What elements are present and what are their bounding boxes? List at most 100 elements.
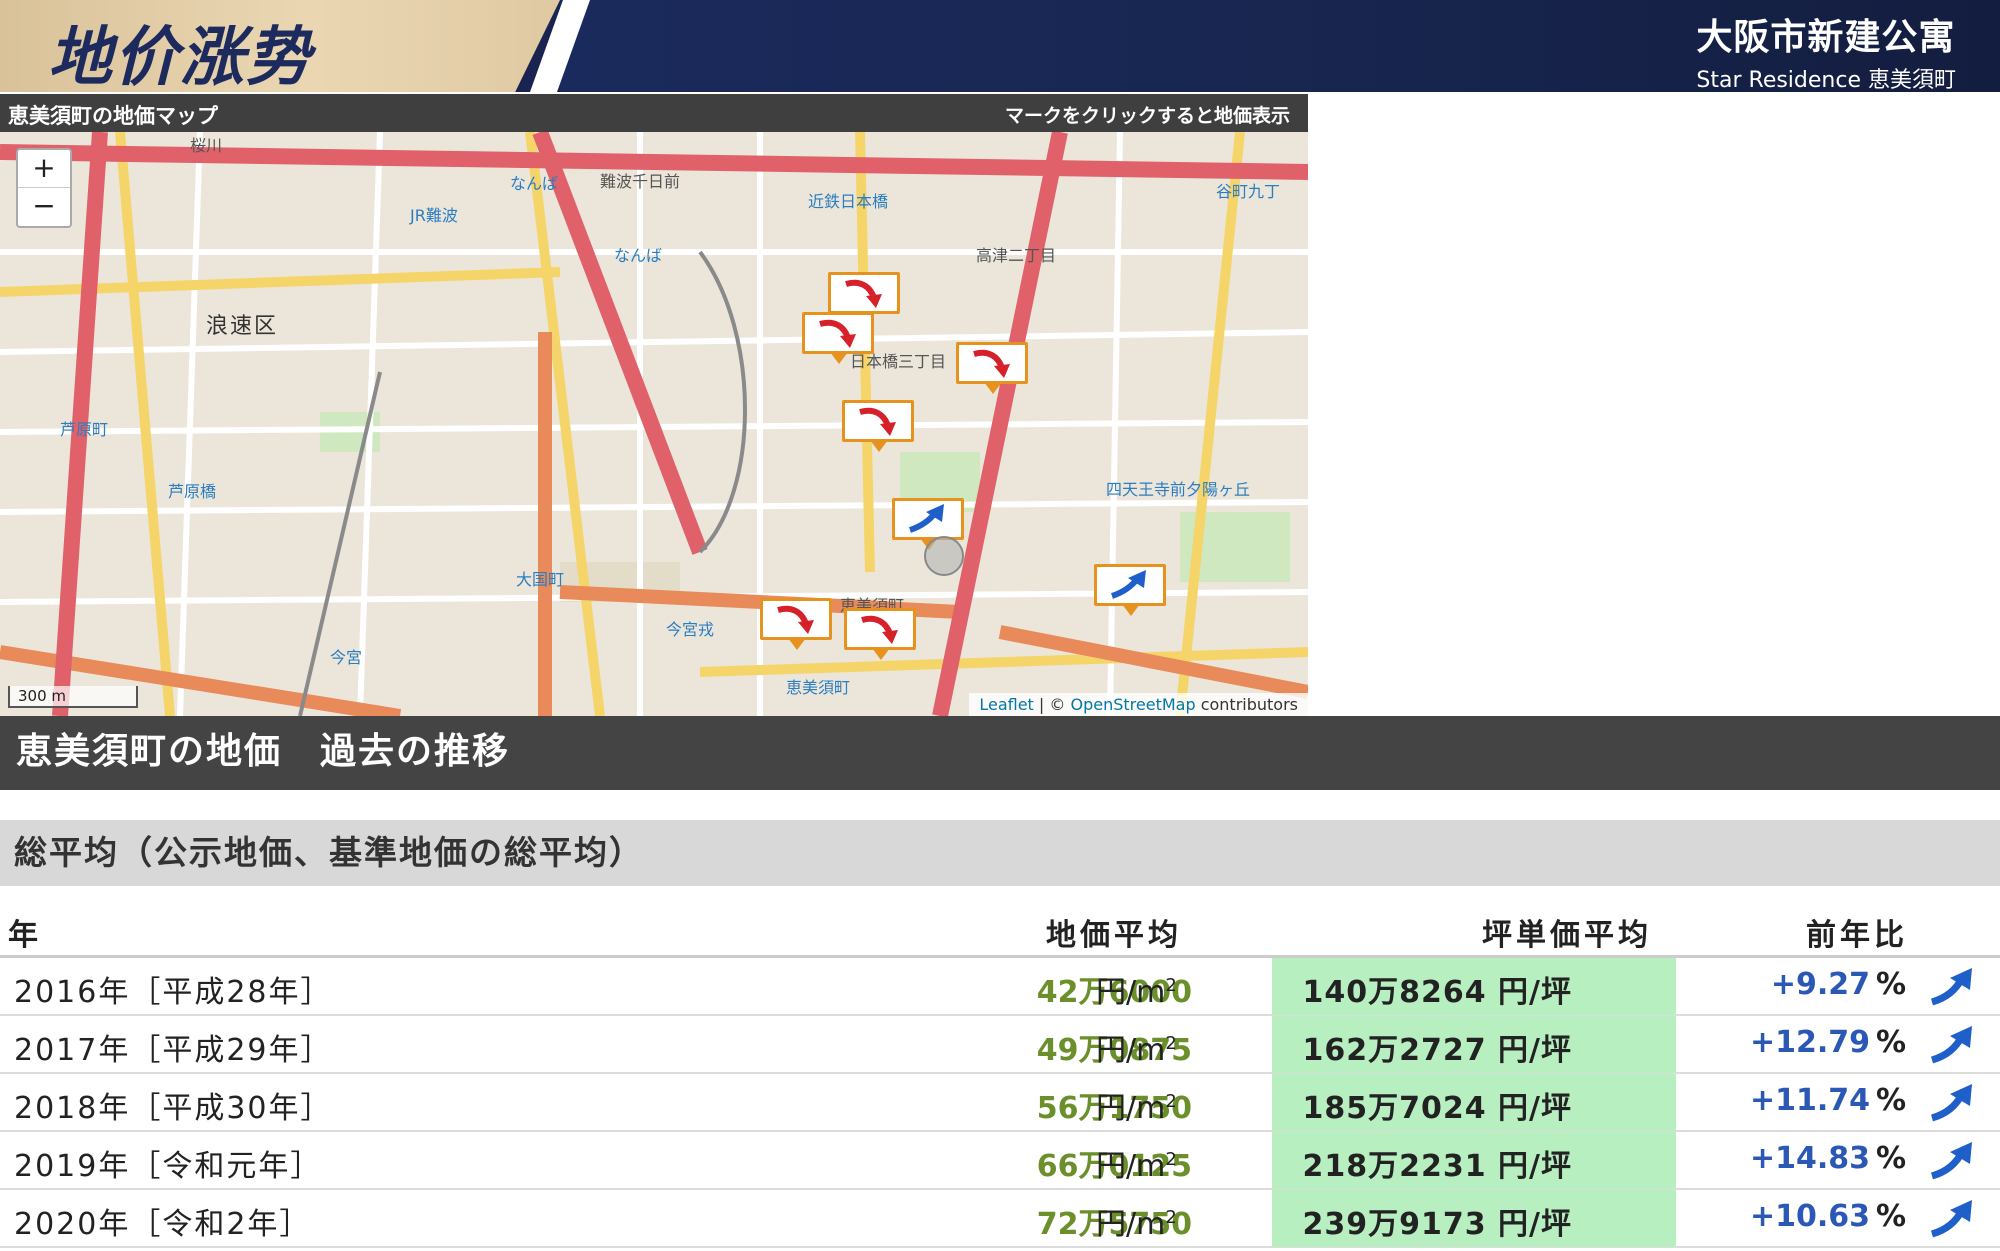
unit-tsubo: 円/坪: [1498, 1033, 1572, 1068]
leaflet-link[interactable]: Leaflet: [979, 695, 1033, 714]
row-year: 2020年［令和2年］: [14, 1207, 312, 1242]
unit-tsubo: 円/坪: [1498, 1091, 1572, 1126]
attribution-contributors: contributors: [1195, 695, 1298, 714]
row-yoy-unit: %: [1876, 1199, 1907, 1234]
brand-name: 大阪市新建公寓: [1696, 17, 1956, 58]
row-yoy: +14.83: [1749, 1141, 1870, 1176]
row-year: 2017年［平成29年］: [14, 1033, 333, 1068]
section-title: 恵美須町の地価 過去の推移: [0, 716, 2000, 790]
map-label-ashiharacho: 芦原町: [60, 420, 109, 439]
openstreetmap-link[interactable]: OpenStreetMap: [1070, 695, 1195, 714]
zoom-out-button[interactable]: −: [18, 188, 70, 226]
price-marker-down[interactable]: [844, 608, 916, 660]
row-yoy: +10.63: [1749, 1199, 1870, 1234]
unit-m2: 円/m: [1096, 1149, 1166, 1184]
map-label-namba-2: なんば: [614, 246, 663, 265]
trend-down-icon: [859, 407, 896, 436]
map-label-jr-namba: JR難波: [410, 206, 458, 225]
unit-tsubo: 円/坪: [1498, 975, 1572, 1010]
row-yoy: +12.79: [1749, 1025, 1870, 1060]
row-land-price-unit: 円/m2: [1096, 967, 1177, 1011]
unit-m2-sup: 2: [1165, 975, 1177, 996]
row-yoy-unit: %: [1876, 1141, 1907, 1176]
header-year: 年: [8, 918, 42, 953]
table-row: 2016年［平成28年］ 42万6000 円/m2 140万8264 円/坪 +9.27…: [0, 958, 2000, 1016]
map-label-tanimachi: 谷町九丁: [1216, 182, 1281, 201]
attribution-separator: | ©: [1033, 695, 1071, 714]
trend-up-icon: [1930, 1200, 1972, 1238]
map-label-shitennoji: 四天王寺前夕陽ヶ丘: [1106, 480, 1251, 499]
map-label-ashiharabashi: 芦原橋: [168, 482, 217, 501]
land-price-map[interactable]: 桜川 なんば JR難波 なんば 近鉄日本橋 難波千日前 高津二丁目 谷町九丁 浪…: [0, 132, 1308, 716]
zoom-control: + −: [16, 148, 72, 228]
header-tsubo-price: 坪単価平均: [1482, 918, 1652, 953]
map-label-imamiya: 今宮: [330, 648, 363, 667]
row-tsubo-price: 162万2727 円/坪: [1302, 1025, 1572, 1069]
unit-m2: 円/m: [1096, 1091, 1166, 1126]
price-marker-down[interactable]: [956, 342, 1028, 394]
unit-m2: 円/m: [1096, 1033, 1166, 1068]
tsubo-value: 185万7024: [1302, 1091, 1487, 1126]
row-year: 2019年［令和元年］: [14, 1149, 323, 1184]
table-body: 2016年［平成28年］ 42万6000 円/m2 140万8264 円/坪 +9.27…: [0, 958, 2000, 1248]
section-subtitle: 総平均（公示地価、基準地価の総平均）: [0, 820, 2000, 886]
trend-down-icon: [845, 279, 882, 308]
map-label-daikokucho: 大国町: [516, 570, 565, 589]
tsubo-value: 239万9173: [1302, 1207, 1487, 1242]
page-title: 地价涨势: [48, 21, 312, 92]
header-yoy: 前年比: [1806, 918, 1908, 953]
row-tsubo-price: 239万9173 円/坪: [1302, 1199, 1572, 1243]
tsubo-value: 218万2231: [1302, 1149, 1487, 1184]
header-banner: 地价涨势 大阪市新建公寓 Star Residence 恵美須町: [0, 0, 2000, 92]
unit-m2-sup: 2: [1165, 1207, 1177, 1228]
price-marker-down[interactable]: [802, 312, 874, 364]
mouse-cursor-indicator: [924, 536, 964, 576]
trend-down-icon: [973, 349, 1010, 378]
table-row: 2018年［平成30年］ 56万1750 円/m2 185万7024 円/坪 +11.7…: [0, 1074, 2000, 1132]
table-header: 年 地価平均 坪単価平均 前年比: [0, 902, 2000, 958]
tsubo-value: 162万2727: [1302, 1033, 1487, 1068]
row-yoy: +11.74: [1749, 1083, 1870, 1118]
map-label-sakuragawa: 桜川: [190, 136, 223, 155]
brand-block: 大阪市新建公寓 Star Residence 恵美須町: [1696, 8, 1956, 92]
tsubo-value: 140万8264: [1302, 975, 1487, 1010]
row-land-price-unit: 円/m2: [1096, 1141, 1177, 1185]
row-yoy-unit: %: [1876, 967, 1907, 1002]
price-marker-down[interactable]: [760, 598, 832, 650]
map-base-layer: [0, 132, 1308, 716]
map-attribution: Leaflet | © OpenStreetMap contributors: [969, 693, 1308, 716]
unit-m2-sup: 2: [1165, 1091, 1177, 1112]
map-hint: マークをクリックすると地価表示: [1004, 105, 1290, 127]
map-title: 恵美須町の地価マップ: [8, 104, 218, 128]
row-yoy-unit: %: [1876, 1083, 1907, 1118]
trend-down-icon: [777, 605, 814, 634]
map-label-namba: なんば: [510, 174, 559, 193]
trend-up-icon: [1930, 1026, 1972, 1064]
zoom-in-button[interactable]: +: [18, 150, 70, 188]
trend-up-icon: [1110, 570, 1146, 599]
unit-m2: 円/m: [1096, 975, 1166, 1010]
row-tsubo-price: 140万8264 円/坪: [1302, 967, 1572, 1011]
map-label-naniwa-ward: 浪速区: [206, 314, 279, 339]
unit-tsubo: 円/坪: [1498, 1207, 1572, 1242]
map-label-ebisucho-station: 恵美須町: [786, 678, 851, 697]
price-marker-down[interactable]: [842, 400, 914, 452]
trend-up-icon: [908, 504, 944, 533]
unit-m2-sup: 2: [1165, 1149, 1177, 1170]
row-yoy: +9.27: [1770, 967, 1870, 1002]
row-year: 2016年［平成28年］: [14, 975, 333, 1010]
row-year: 2018年［平成30年］: [14, 1091, 333, 1126]
map-label-nambasennichimae: 難波千日前: [600, 172, 681, 191]
unit-m2-sup: 2: [1165, 1033, 1177, 1054]
map-label-imamiyaebisu: 今宮戎: [666, 620, 715, 639]
price-marker-up[interactable]: [1094, 564, 1166, 616]
trend-down-icon: [861, 615, 898, 644]
price-history-table: 年 地価平均 坪単価平均 前年比 2016年［平成28年］ 42万6000 円/m2…: [0, 902, 2000, 1248]
row-tsubo-price: 185万7024 円/坪: [1302, 1083, 1572, 1127]
table-row: 2017年［平成29年］ 49万0875 円/m2 162万2727 円/坪 +12.7…: [0, 1016, 2000, 1074]
brand-subtitle: Star Residence 恵美須町: [1696, 68, 1956, 92]
header-land-price: 地価平均: [1046, 918, 1182, 953]
row-tsubo-price: 218万2231 円/坪: [1302, 1141, 1572, 1185]
trend-up-icon: [1930, 1142, 1972, 1180]
trend-up-icon: [1930, 1084, 1972, 1122]
